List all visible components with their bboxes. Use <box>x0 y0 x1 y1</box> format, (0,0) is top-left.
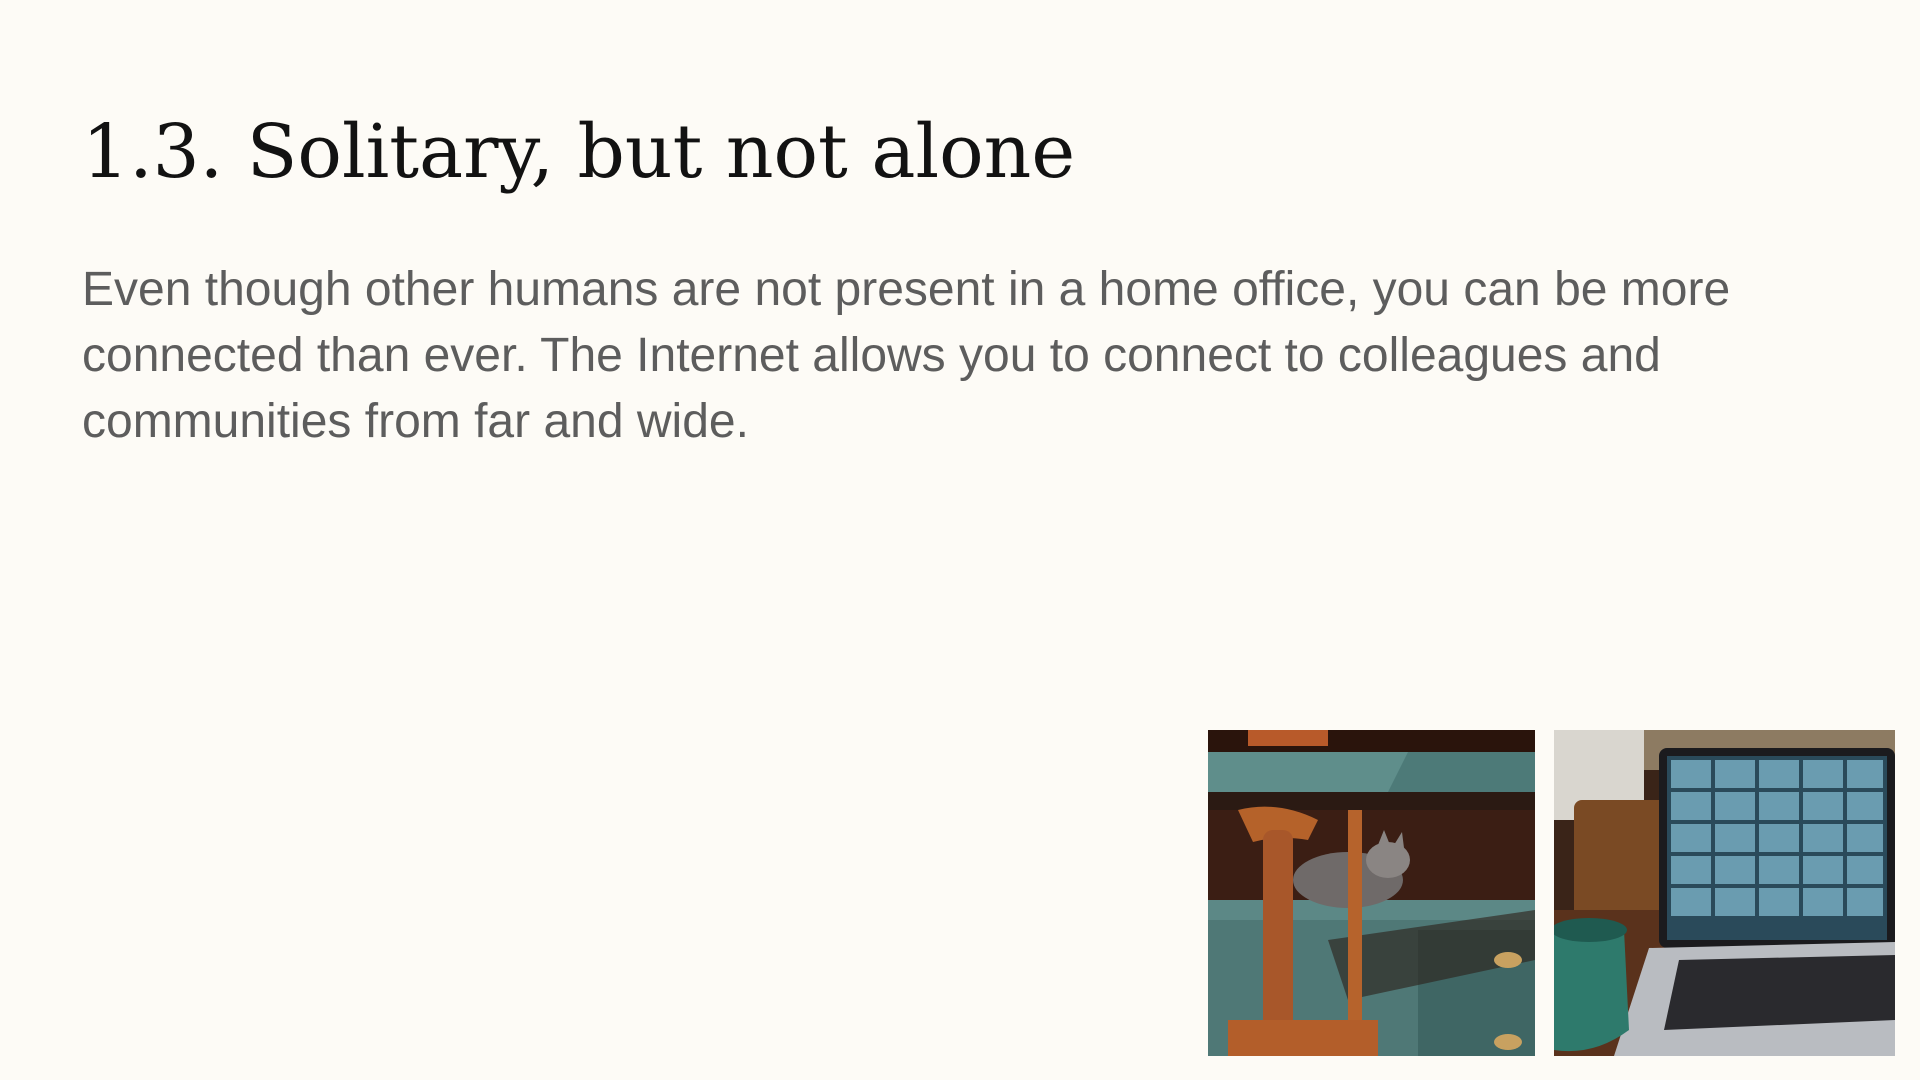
slide-title: 1.3. Solitary, but not alone <box>82 109 1076 195</box>
slide-body-text: Even though other humans are not present… <box>82 263 1731 448</box>
cat-on-desk-photo <box>1208 730 1535 1056</box>
slide: 1.3. Solitary, but not alone Even though… <box>0 0 1920 1080</box>
video-call-laptop-photo <box>1554 730 1895 1056</box>
